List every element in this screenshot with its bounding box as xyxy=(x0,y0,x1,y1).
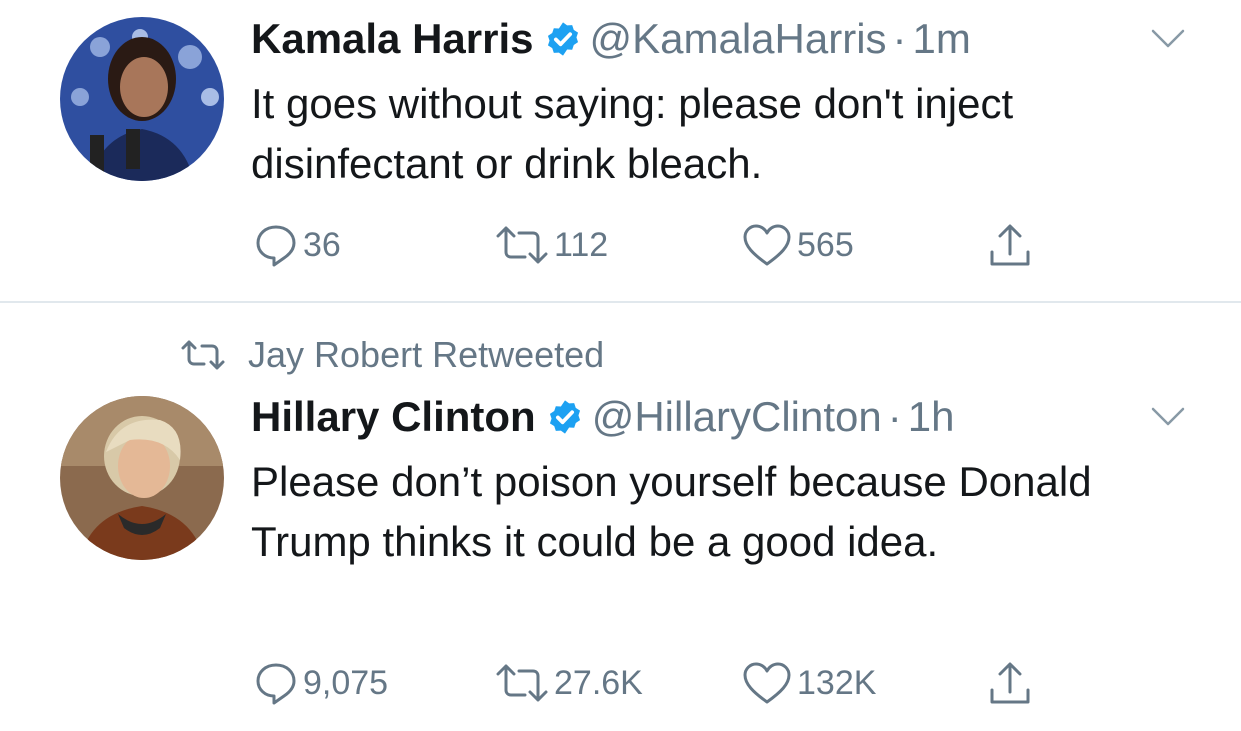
heart-icon xyxy=(743,662,791,704)
retweet-button[interactable]: 112 xyxy=(494,222,608,268)
like-button[interactable]: 132K xyxy=(741,660,876,706)
user-handle[interactable]: @HillaryClinton xyxy=(592,393,882,440)
like-count: 132K xyxy=(797,663,877,702)
avatar-hillary-clinton[interactable] xyxy=(60,396,224,560)
display-name[interactable]: Kamala Harris xyxy=(251,15,534,62)
reply-icon xyxy=(256,663,296,705)
reply-button[interactable]: 36 xyxy=(253,222,341,268)
retweet-count: 112 xyxy=(554,225,609,264)
reply-count: 36 xyxy=(303,225,341,264)
avatar-kamala-harris[interactable] xyxy=(60,17,224,181)
tweet-actions: 9,075 27.6K 132K xyxy=(0,660,1241,710)
tweet-text: It goes without saying: please don't inj… xyxy=(251,80,1014,187)
tweet-kamala-harris[interactable]: Kamala Harris @KamalaHarris · 1m It goes wi… xyxy=(0,0,1241,300)
retweet-icon xyxy=(496,226,548,264)
share-button[interactable] xyxy=(986,222,1034,270)
tweet-time[interactable]: 1m xyxy=(913,15,971,62)
display-name[interactable]: Hillary Clinton xyxy=(251,393,536,440)
like-count: 565 xyxy=(797,225,854,264)
separator-dot: · xyxy=(887,393,902,440)
user-handle[interactable]: @KamalaHarris xyxy=(590,15,887,62)
retweeted-by-text: Jay Robert Retweeted xyxy=(248,334,605,375)
reply-count: 9,075 xyxy=(303,663,389,702)
heart-icon xyxy=(743,224,791,266)
share-button[interactable] xyxy=(986,660,1034,708)
retweet-count: 27.6K xyxy=(554,663,643,702)
tweet-actions: 36 112 565 xyxy=(0,222,1241,272)
share-icon xyxy=(990,662,1030,704)
reply-button[interactable]: 9,075 xyxy=(253,660,388,706)
share-icon xyxy=(990,224,1030,266)
retweet-icon xyxy=(496,664,548,702)
verified-badge-icon xyxy=(549,400,580,434)
chevron-down-icon[interactable] xyxy=(1151,28,1185,50)
separator-dot: · xyxy=(892,15,907,62)
tweet-header: Kamala Harris @KamalaHarris · 1m xyxy=(251,14,971,64)
like-button[interactable]: 565 xyxy=(741,222,854,268)
verified-badge-icon xyxy=(547,22,578,56)
tweet-text: Please don’t poison yourself because Don… xyxy=(251,458,1092,565)
tweet-time[interactable]: 1h xyxy=(908,393,955,440)
reply-icon xyxy=(256,225,296,267)
tweet-header: Hillary Clinton @HillaryClinton · 1h xyxy=(251,392,954,442)
retweet-button[interactable]: 27.6K xyxy=(494,660,643,706)
retweet-icon xyxy=(181,340,225,370)
retweeted-by-line[interactable]: Jay Robert Retweeted xyxy=(180,334,604,376)
chevron-down-icon[interactable] xyxy=(1151,406,1185,428)
